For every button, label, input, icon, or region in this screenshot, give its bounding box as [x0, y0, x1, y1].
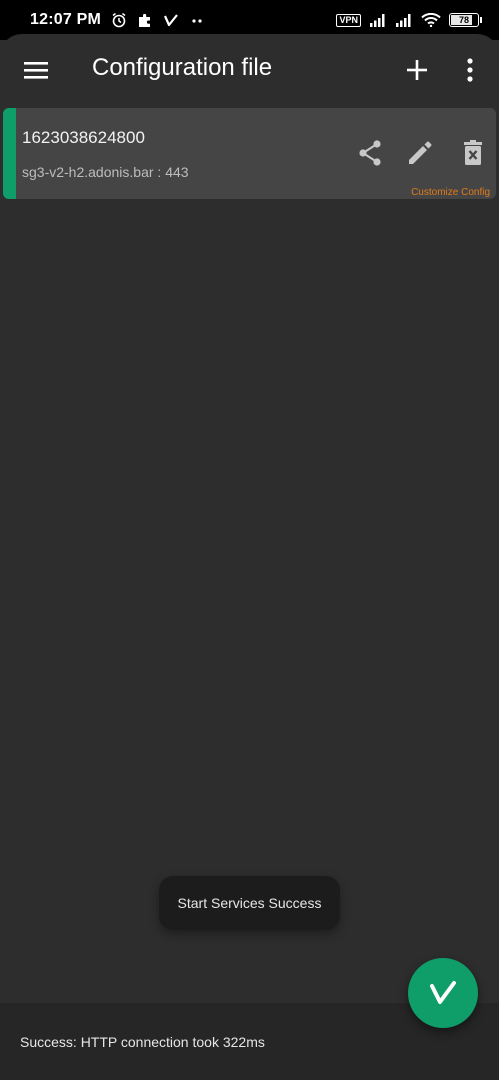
v2ray-icon — [163, 14, 178, 27]
config-address: sg3-v2-h2.adonis.bar : 443 — [22, 164, 189, 180]
hamburger-menu-icon[interactable] — [22, 58, 50, 82]
edit-icon[interactable] — [405, 138, 435, 168]
connection-status-text: Success: HTTP connection took 322ms — [20, 1034, 265, 1050]
v-logo-icon — [430, 981, 456, 1004]
plus-icon[interactable] — [403, 56, 431, 84]
vpn-badge: VPN — [336, 13, 361, 27]
status-bar-left: 12:07 PM — [30, 11, 205, 29]
signal-icon — [396, 14, 411, 27]
puzzle-icon — [138, 13, 150, 27]
wifi-icon — [421, 13, 441, 27]
share-icon[interactable] — [355, 138, 385, 168]
more-dots-icon — [192, 19, 202, 23]
signal-icon — [370, 14, 385, 27]
config-type-label: Customize Config — [411, 187, 490, 198]
app-bar: Configuration file — [0, 34, 499, 108]
selected-indicator — [3, 108, 16, 199]
vertical-dots-icon[interactable] — [458, 56, 482, 84]
config-remarks: 1623038624800 — [22, 128, 145, 147]
page-title: Configuration file — [92, 54, 273, 81]
battery-level: 78 — [458, 15, 469, 25]
connect-fab-button[interactable] — [408, 958, 478, 1028]
delete-icon[interactable] — [458, 138, 488, 168]
config-list-item[interactable]: 1623038624800 sg3-v2-h2.adonis.bar : 443… — [3, 108, 496, 199]
battery-icon: 78 — [449, 13, 482, 27]
status-time: 12:07 PM — [30, 11, 101, 28]
app-screen: 12:07 PM VPN 78 Configuration file 16230… — [0, 0, 499, 1080]
status-bar-right: VPN 78 — [336, 13, 482, 27]
toast-message: Start Services Success — [159, 876, 340, 930]
alarm-icon — [112, 12, 126, 28]
